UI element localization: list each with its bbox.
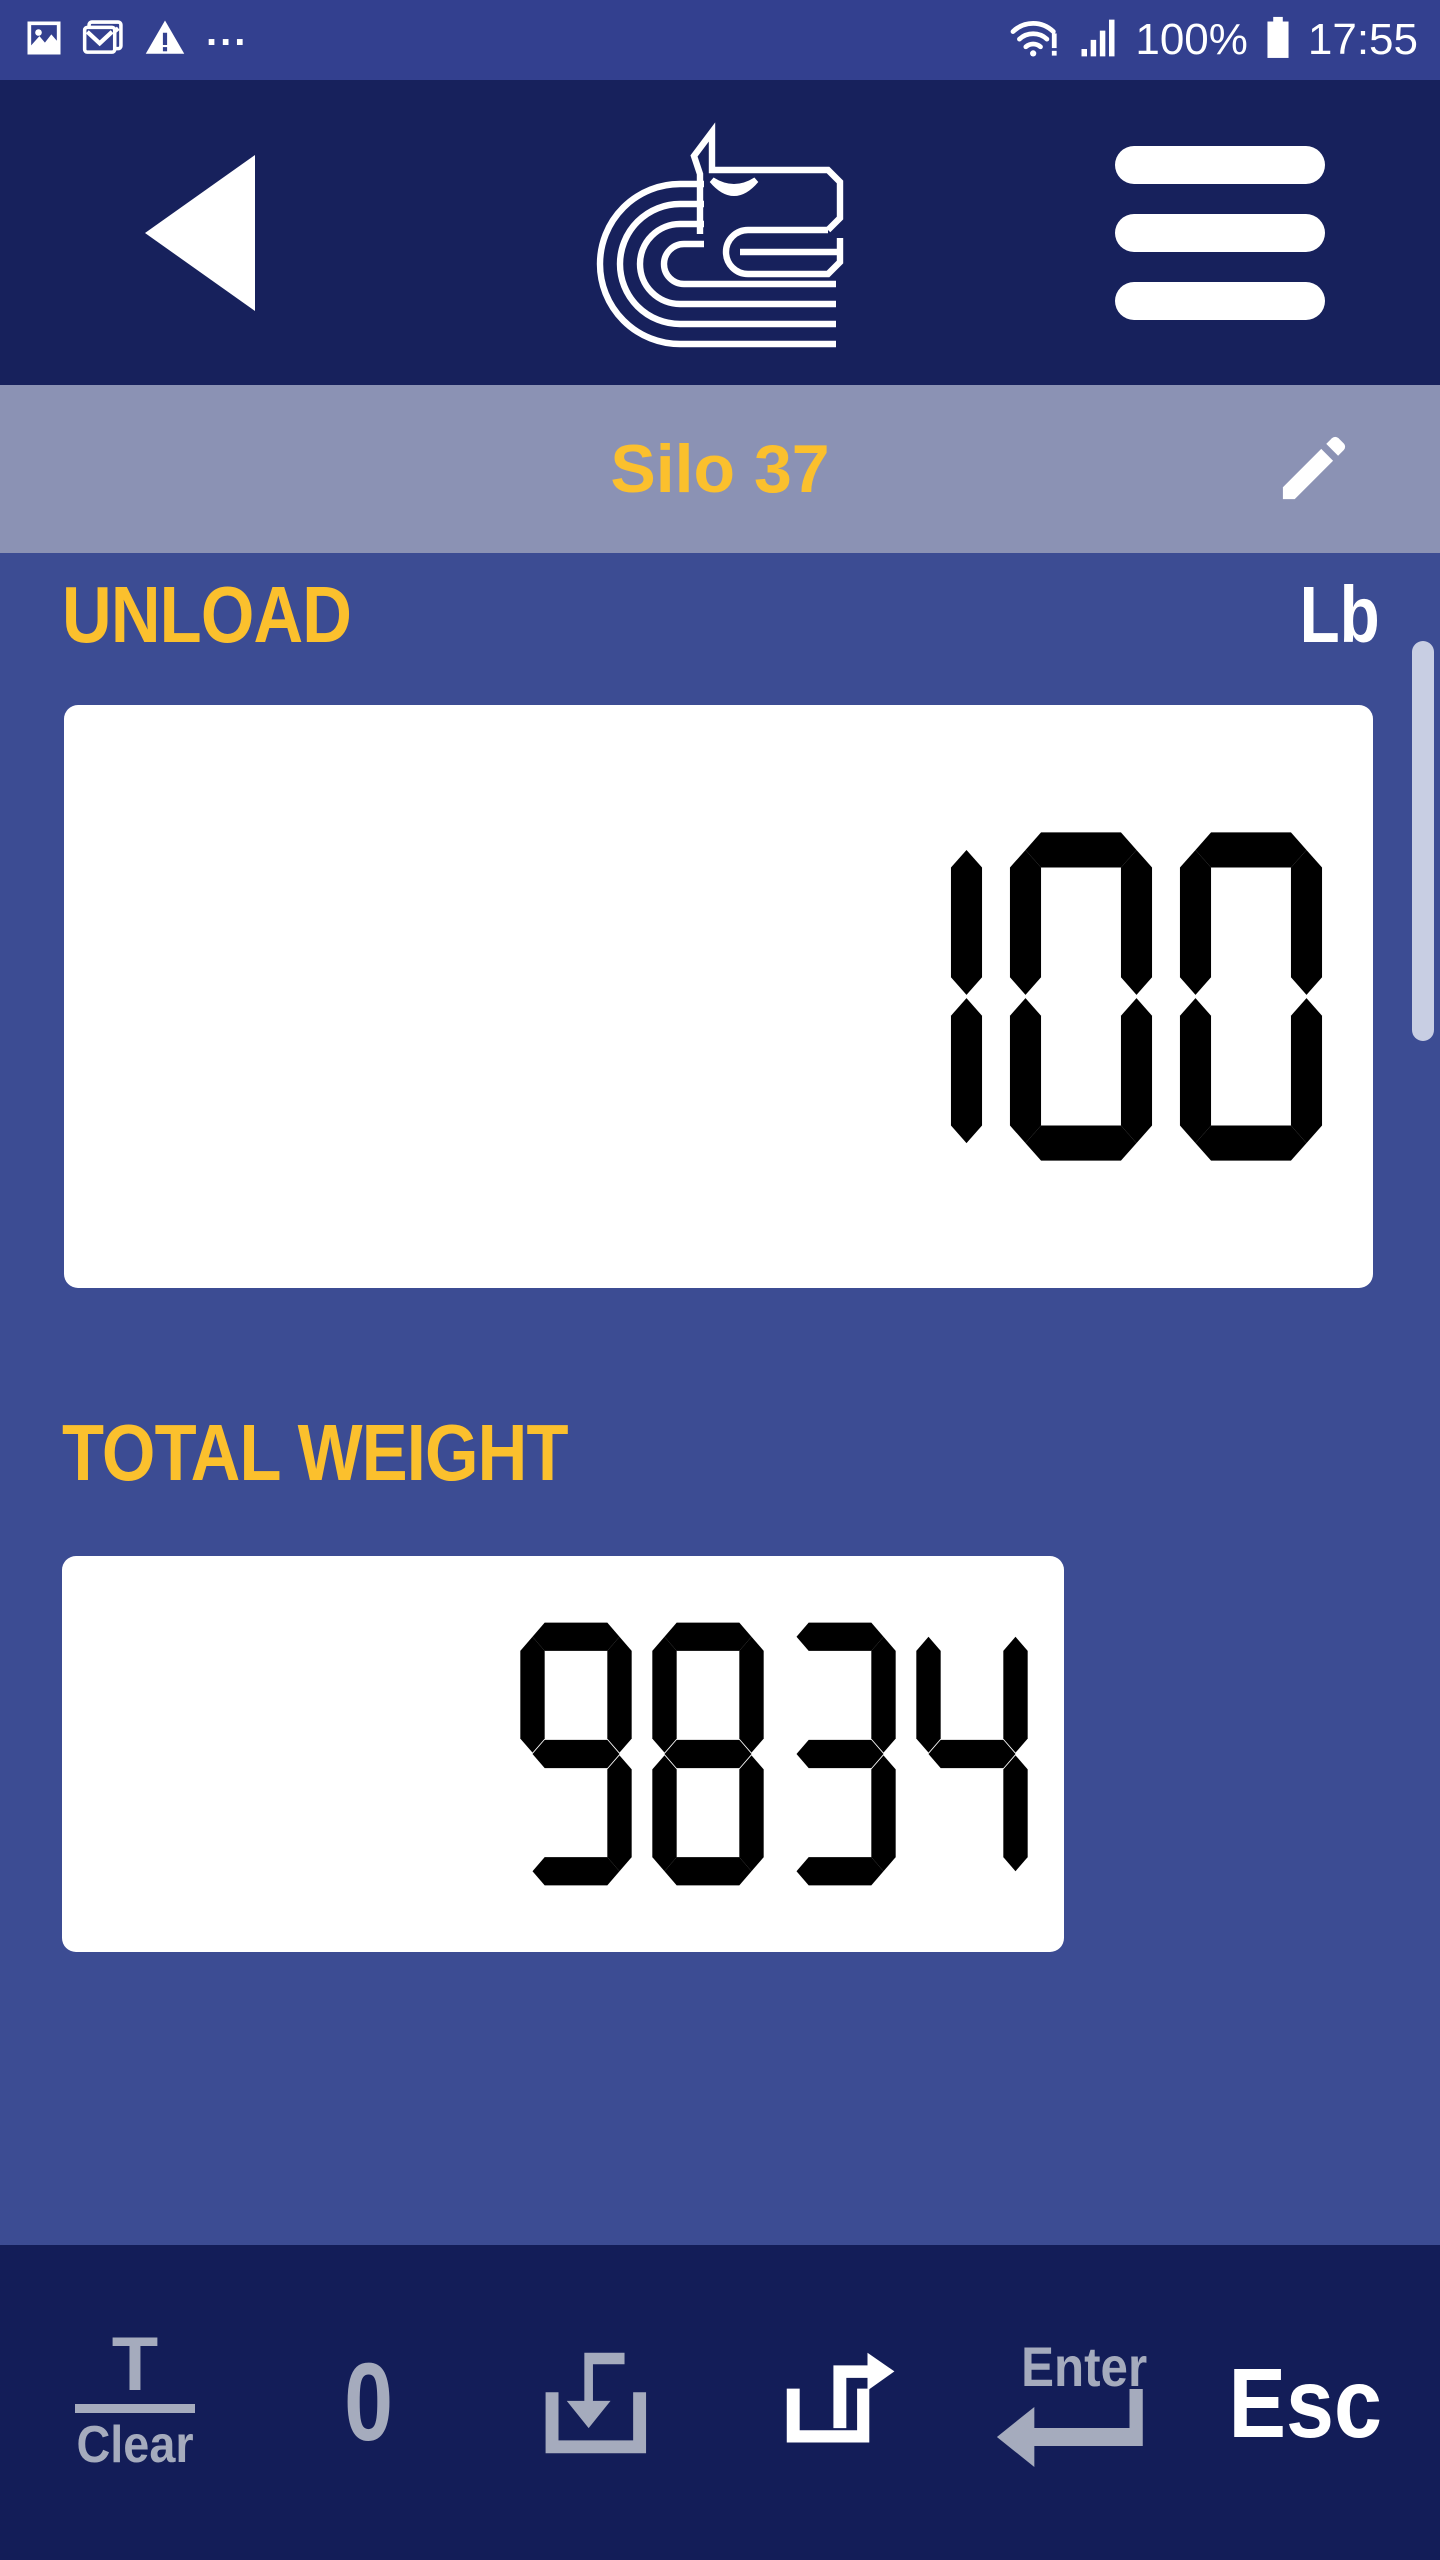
overflow-dots-icon: ... [206,10,249,54]
segment-digit [1177,829,1325,1164]
back-button[interactable] [120,133,280,333]
segment-digit [1007,829,1155,1164]
vertical-scrollbar[interactable] [1412,641,1434,1041]
battery-percent-label: 100% [1135,15,1248,64]
enter-arrow-icon [996,2388,1143,2467]
wifi-warning-icon [1009,16,1061,65]
menu-button[interactable] [1115,138,1345,328]
menu-bar-2 [1115,213,1325,252]
segment-digit [650,1620,766,1888]
unload-row-labels: UNLOAD Lb [0,575,1440,655]
bottom-toolbar: T Clear 0 Enter Esc [0,2245,1440,2560]
app-root: ... 100% 17:55 Silo 37 UNLOAD Lb TOTAL W… [0,0,1440,2560]
warning-icon [144,16,186,65]
menu-bar-1 [1115,145,1325,184]
enter-label: Enter [1021,2334,1147,2398]
total-weight-label: TOTAL WEIGHT [62,1408,569,1497]
bull-head-logo-icon [596,121,844,347]
clock-label: 17:55 [1307,15,1418,64]
page-title: Silo 37 [610,431,830,507]
tare-clear-label: Clear [76,2415,194,2474]
esc-label: Esc [1228,2347,1382,2458]
unload-out-icon [786,2352,895,2442]
signal-bars-icon [1075,16,1121,65]
unit-label: Lb [1299,570,1380,659]
load-in-icon [545,2352,647,2453]
load-in-button[interactable] [486,2278,720,2528]
mode-label: UNLOAD [62,570,352,659]
image-icon [22,16,66,65]
enter-icon: Enter [995,2334,1147,2467]
main-content: UNLOAD Lb TOTAL WEIGHT [0,553,1440,2245]
status-bar-left: ... [22,10,249,65]
back-arrow-icon [145,154,255,311]
zero-button[interactable]: 0 [252,2278,486,2528]
total-weight-display[interactable] [62,1556,1064,1952]
status-bar-right: 100% 17:55 [1009,15,1418,66]
primary-weight-display[interactable] [64,705,1373,1288]
status-bar: ... 100% 17:55 [0,0,1440,80]
segment-digit [782,1620,898,1888]
tare-clear-icon: T Clear [70,2322,200,2474]
title-bar: Silo 37 [0,385,1440,553]
enter-button[interactable]: Enter [954,2278,1188,2528]
tare-symbol-label: T [111,2322,159,2408]
segment-digit [837,829,985,1164]
menu-bar-3 [1115,281,1325,320]
tare-clear-button[interactable]: T Clear [18,2278,252,2528]
total-segment-row [502,1620,1030,1888]
segment-digit [914,1620,1030,1888]
brand-logo [570,113,870,353]
unload-out-button[interactable] [720,2278,954,2528]
email-icon [82,16,128,65]
primary-segment-row [815,829,1325,1164]
edit-button[interactable] [1258,414,1368,524]
pencil-icon [1282,436,1346,500]
esc-button[interactable]: Esc [1188,2278,1422,2528]
tare-rule [74,2403,195,2413]
app-header [0,80,1440,385]
battery-full-icon [1262,15,1294,66]
total-row-labels: TOTAL WEIGHT [0,1413,1440,1493]
segment-digit [518,1620,634,1888]
zero-label: 0 [344,2340,394,2464]
